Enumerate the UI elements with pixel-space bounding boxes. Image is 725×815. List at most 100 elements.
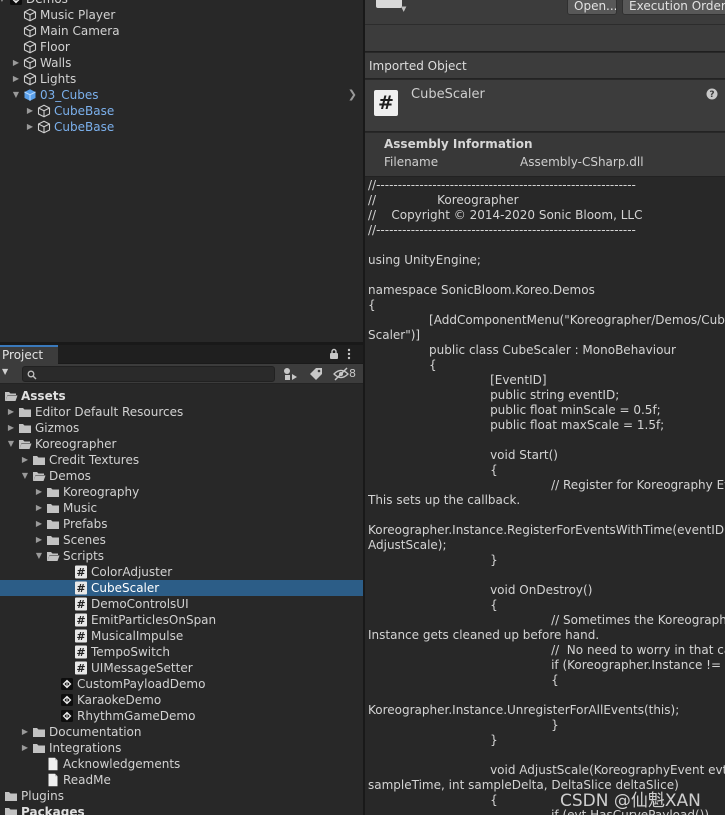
expand-arrow-closed-icon[interactable]: ▶	[25, 103, 35, 119]
expand-arrow-closed-icon[interactable]: ▶	[6, 404, 16, 420]
project-item[interactable]: ▼ Koreographer	[0, 436, 363, 452]
expand-arrow-closed-icon[interactable]: ▶	[6, 420, 16, 436]
hierarchy-item[interactable]: ▼ Demos	[0, 0, 363, 7]
project-item[interactable]: # DemoControlsUI	[0, 596, 363, 612]
hierarchy-item[interactable]: ▶ CubeBase	[0, 119, 363, 135]
filter-by-label-icon[interactable]	[308, 366, 324, 385]
assembly-title: Assembly Information	[384, 137, 533, 151]
create-dropdown-icon[interactable]: ▼	[2, 367, 8, 376]
folder-icon	[4, 789, 18, 803]
project-item[interactable]: ▶ Prefabs	[0, 516, 363, 532]
hierarchy-item[interactable]: Floor	[0, 39, 363, 55]
code-line: Scaler")]	[368, 328, 421, 342]
code-line: This sets up the callback.	[368, 493, 521, 507]
expand-arrow-closed-icon[interactable]: ▶	[34, 532, 44, 548]
project-item[interactable]: Acknowledgements	[0, 756, 363, 772]
project-item[interactable]: KaraokeDemo	[0, 692, 363, 708]
hierarchy-item[interactable]: ▼ 03_Cubes ❯	[0, 87, 363, 103]
folder-open-icon	[32, 469, 46, 483]
hierarchy-item[interactable]: Music Player	[0, 7, 363, 23]
project-item[interactable]: ▶ Editor Default Resources	[0, 404, 363, 420]
expand-arrow-closed-icon[interactable]: ▶	[0, 788, 2, 804]
project-item[interactable]: ▼ Demos	[0, 468, 363, 484]
more-options-icon[interactable]	[346, 348, 352, 363]
project-item[interactable]: ▶ Gizmos	[0, 420, 363, 436]
project-item[interactable]: ▼ Assets	[0, 388, 363, 404]
expand-arrow-closed-icon[interactable]: ▶	[11, 55, 21, 71]
expand-arrow-closed-icon[interactable]: ▶	[20, 724, 30, 740]
gameobject-icon	[23, 56, 37, 70]
folder-icon	[32, 453, 46, 467]
expand-arrow-closed-icon[interactable]: ▶	[34, 484, 44, 500]
project-item[interactable]: ReadMe	[0, 772, 363, 788]
chevron-down-icon[interactable]: ▼	[401, 5, 406, 13]
expand-arrow-open-icon[interactable]: ▼	[34, 548, 44, 564]
hierarchy-item[interactable]: ▶ Lights	[0, 71, 363, 87]
code-line: {	[368, 358, 437, 372]
project-item[interactable]: ▶ Credit Textures	[0, 452, 363, 468]
execution-order-button[interactable]: Execution Order...	[622, 0, 725, 15]
lock-icon[interactable]	[328, 348, 340, 363]
expand-arrow-closed-icon[interactable]: ▶	[34, 516, 44, 532]
hidden-count-label: 8	[349, 367, 356, 380]
project-item[interactable]: # EmitParticlesOnSpan	[0, 612, 363, 628]
project-item[interactable]: RhythmGameDemo	[0, 708, 363, 724]
expand-arrow-open-icon[interactable]: ▼	[11, 87, 21, 103]
expand-arrow-open-icon[interactable]: ▼	[6, 436, 16, 452]
expand-arrow-open-icon[interactable]: ▼	[0, 0, 7, 7]
hierarchy-item[interactable]: ▶ CubeBase	[0, 103, 363, 119]
hierarchy-item-label: 03_Cubes	[40, 88, 99, 102]
expand-arrow-closed-icon[interactable]: ▶	[25, 119, 35, 135]
project-item-label: CubeScaler	[91, 581, 160, 595]
filename-value: Assembly-CSharp.dll	[520, 155, 644, 169]
expand-arrow-open-icon[interactable]: ▼	[20, 468, 30, 484]
search-input[interactable]	[22, 366, 275, 382]
expand-arrow-closed-icon[interactable]: ▶	[34, 500, 44, 516]
project-item[interactable]: ▶ Scenes	[0, 532, 363, 548]
project-item[interactable]: ▶ Packages	[0, 804, 363, 815]
project-item-label: CustomPayloadDemo	[77, 677, 206, 691]
project-item[interactable]: ▶ Koreography	[0, 484, 363, 500]
code-line: // Koreographer	[368, 193, 519, 207]
project-item[interactable]: ▶ Integrations	[0, 740, 363, 756]
help-icon[interactable]: ?	[706, 88, 718, 103]
project-item-label: ReadMe	[63, 773, 111, 787]
object-header: # CubeScaler ?	[365, 80, 725, 132]
hierarchy-item[interactable]: Main Camera	[0, 23, 363, 39]
hierarchy-item[interactable]: ▶ Walls	[0, 55, 363, 71]
expand-arrow-open-icon[interactable]: ▼	[0, 388, 2, 404]
project-item[interactable]: ▶ Music	[0, 500, 363, 516]
tab-project[interactable]: Project	[0, 345, 58, 364]
project-item[interactable]: # UIMessageSetter	[0, 660, 363, 676]
project-item[interactable]: # ColorAdjuster	[0, 564, 363, 580]
unity-scene-icon	[9, 0, 23, 6]
gameobject-icon	[23, 40, 37, 54]
csharp-script-icon: #	[74, 613, 88, 627]
code-line: {	[368, 298, 376, 312]
project-item[interactable]: CustomPayloadDemo	[0, 676, 363, 692]
folder-icon	[32, 741, 46, 755]
chevron-right-icon[interactable]: ❯	[348, 87, 357, 103]
expand-arrow-closed-icon[interactable]: ▶	[11, 71, 21, 87]
project-item[interactable]: ▶ Plugins	[0, 788, 363, 804]
project-toolbar: ▼ 8	[0, 364, 363, 384]
project-item-label: TempoSwitch	[91, 645, 170, 659]
project-item[interactable]: # MusicalImpulse	[0, 628, 363, 644]
folder-icon	[18, 421, 32, 435]
expand-arrow-closed-icon[interactable]: ▶	[20, 740, 30, 756]
search-icon	[27, 369, 37, 383]
project-item-label: Integrations	[49, 741, 122, 755]
project-item[interactable]: ▶ Documentation	[0, 724, 363, 740]
imported-object-header: Imported Object	[365, 53, 725, 79]
open-button[interactable]: Open...	[567, 0, 617, 15]
project-item[interactable]: # TempoSwitch	[0, 644, 363, 660]
expand-arrow-closed-icon[interactable]: ▶	[0, 804, 2, 815]
project-item[interactable]: ▼ Scripts	[0, 548, 363, 564]
code-line: // No need to worry in that case.	[368, 643, 725, 657]
project-item-label: Assets	[21, 389, 66, 403]
expand-arrow-closed-icon[interactable]: ▶	[20, 452, 30, 468]
filter-by-type-icon[interactable]	[282, 366, 298, 385]
project-item[interactable]: # CubeScaler	[0, 580, 363, 596]
